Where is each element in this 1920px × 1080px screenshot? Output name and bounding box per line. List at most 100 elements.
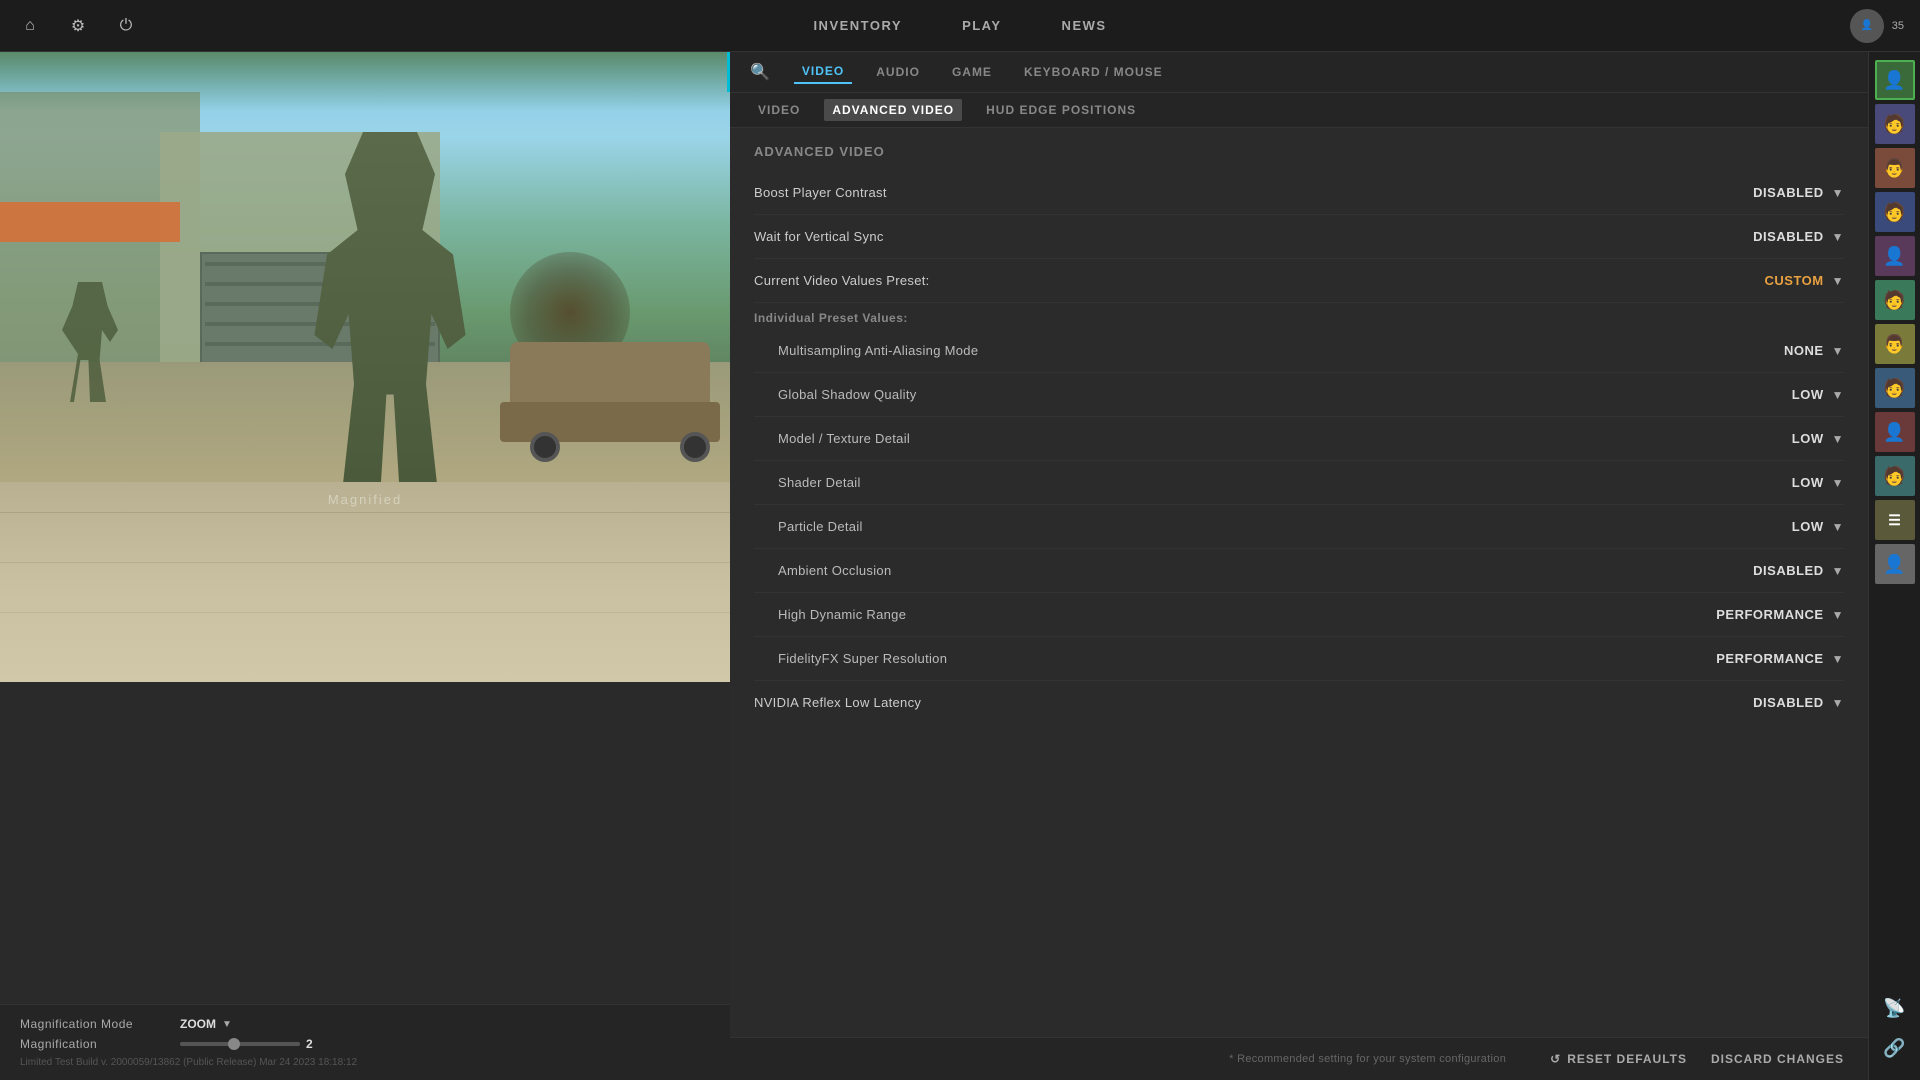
texture-label: Model / Texture Detail (754, 431, 910, 446)
particle-caret: ▼ (1832, 520, 1844, 534)
reset-icon: ↺ (1550, 1052, 1561, 1066)
search-icon[interactable]: 🔍 (750, 62, 770, 82)
top-bar: ⌂ ⚙ ⏻ INVENTORY PLAY NEWS 👤 35 (0, 0, 1920, 52)
ambient-occlusion-value[interactable]: DISABLED ▼ (1714, 563, 1844, 578)
shadow-caret: ▼ (1832, 388, 1844, 402)
sidebar-avatar-3[interactable]: 🧑 (1875, 192, 1915, 232)
particle-value[interactable]: LOW ▼ (1714, 519, 1844, 534)
magnification-slider-thumb[interactable] (228, 1038, 240, 1050)
settings-content: Advanced Video Boost Player Contrast DIS… (730, 128, 1868, 1037)
nav-play[interactable]: PLAY (962, 18, 1001, 33)
right-sidebar: 👤 🧑 👨 🧑 👤 🧑 👨 🧑 👤 🧑 ☰ (1868, 52, 1920, 1080)
hdr-value[interactable]: PERFORMANCE ▼ (1714, 607, 1844, 622)
shadow-value[interactable]: LOW ▼ (1714, 387, 1844, 402)
nvidia-reflex-label: NVIDIA Reflex Low Latency (754, 695, 921, 710)
setting-row-hdr: High Dynamic Range PERFORMANCE ▼ (754, 593, 1844, 637)
bottom-controls: Magnification Mode ZOOM ▼ Magnification … (0, 1004, 730, 1080)
settings-icon[interactable]: ⚙ (64, 12, 92, 40)
magnification-value: 2 (306, 1037, 313, 1051)
magnification-mode-label: Magnification Mode (20, 1017, 180, 1031)
magnification-mode-control[interactable]: ZOOM ▼ (180, 1017, 232, 1031)
ambient-occlusion-caret: ▼ (1832, 564, 1844, 578)
sidebar-avatar-11[interactable]: 👤 (1875, 544, 1915, 584)
texture-value[interactable]: LOW ▼ (1714, 431, 1844, 446)
boost-contrast-label: Boost Player Contrast (754, 185, 887, 200)
tab-keyboard-mouse[interactable]: KEYBOARD / MOUSE (1016, 61, 1171, 83)
setting-row-preset: Current Video Values Preset: CUSTOM ▼ (754, 259, 1844, 303)
sidebar-icons-bottom: 📡 🔗 (1879, 992, 1911, 1072)
magnified-label: Magnified (328, 492, 402, 507)
setting-row-nvidia-reflex: NVIDIA Reflex Low Latency DISABLED ▼ (754, 681, 1844, 724)
fsr-caret: ▼ (1832, 652, 1844, 666)
msaa-caret: ▼ (1832, 344, 1844, 358)
vsync-value[interactable]: DISABLED ▼ (1714, 229, 1844, 244)
nav-news[interactable]: NEWS (1062, 18, 1107, 33)
sidebar-avatar-6[interactable]: 👨 (1875, 324, 1915, 364)
nav-inventory[interactable]: INVENTORY (813, 18, 902, 33)
nvidia-reflex-caret: ▼ (1832, 696, 1844, 710)
version-text: Limited Test Build v. 2000059/13862 (Pub… (20, 1057, 710, 1068)
top-bar-right: 👤 35 (1850, 9, 1904, 43)
right-panel: 🔍 VIDEO AUDIO GAME KEYBOARD / MOUSE VIDE… (730, 52, 1868, 1080)
setting-row-vsync: Wait for Vertical Sync DISABLED ▼ (754, 215, 1844, 259)
setting-row-msaa: Multisampling Anti-Aliasing Mode NONE ▼ (754, 329, 1844, 373)
magnification-row: Magnification 2 (20, 1037, 710, 1051)
game-screenshot-bottom: Magnified (0, 482, 730, 682)
fsr-label: FidelityFX Super Resolution (754, 651, 947, 666)
sidebar-avatar-0[interactable]: 👤 (1875, 60, 1915, 100)
recommended-text: * Recommended setting for your system co… (754, 1053, 1506, 1065)
sidebar-avatar-7[interactable]: 🧑 (1875, 368, 1915, 408)
subsection-label: Individual Preset Values: (754, 303, 1844, 329)
fsr-value[interactable]: PERFORMANCE ▼ (1714, 651, 1844, 666)
left-panel: Magnified Magnification Mode ZOOM ▼ Magn… (0, 52, 730, 1080)
shader-value[interactable]: LOW ▼ (1714, 475, 1844, 490)
sidebar-avatar-2[interactable]: 👨 (1875, 148, 1915, 188)
setting-row-shader: Shader Detail LOW ▼ (754, 461, 1844, 505)
top-bar-left: ⌂ ⚙ ⏻ (16, 12, 140, 40)
magnification-label: Magnification (20, 1037, 180, 1051)
tab-video[interactable]: VIDEO (794, 60, 852, 84)
preset-label: Current Video Values Preset: (754, 273, 930, 288)
texture-caret: ▼ (1832, 432, 1844, 446)
sidebar-avatar-1[interactable]: 🧑 (1875, 104, 1915, 144)
preset-value[interactable]: CUSTOM ▼ (1714, 273, 1844, 288)
subtab-video[interactable]: VIDEO (750, 99, 808, 121)
setting-row-shadow: Global Shadow Quality LOW ▼ (754, 373, 1844, 417)
sidebar-avatar-9[interactable]: 🧑 (1875, 456, 1915, 496)
nvidia-reflex-value[interactable]: DISABLED ▼ (1714, 695, 1844, 710)
tab-audio[interactable]: AUDIO (868, 61, 928, 83)
subtab-hud-edge-positions[interactable]: HUD EDGE POSITIONS (978, 99, 1144, 121)
settings-tabs-row1: 🔍 VIDEO AUDIO GAME KEYBOARD / MOUSE (730, 52, 1868, 93)
user-level: 35 (1892, 20, 1904, 32)
signal-icon[interactable]: 📡 (1879, 992, 1911, 1024)
shader-caret: ▼ (1832, 476, 1844, 490)
boost-contrast-value[interactable]: DISABLED ▼ (1714, 185, 1844, 200)
discard-changes-button[interactable]: DISCARD CHANGES (1711, 1052, 1844, 1066)
power-icon[interactable]: ⏻ (112, 12, 140, 40)
magnification-slider[interactable] (180, 1042, 300, 1046)
shader-label: Shader Detail (754, 475, 861, 490)
sidebar-avatar-10[interactable]: ☰ (1875, 500, 1915, 540)
hdr-caret: ▼ (1832, 608, 1844, 622)
boost-contrast-caret: ▼ (1832, 186, 1844, 200)
reset-defaults-button[interactable]: ↺ RESET DEFAULTS (1550, 1052, 1687, 1066)
sidebar-avatar-5[interactable]: 🧑 (1875, 280, 1915, 320)
user-avatar[interactable]: 👤 (1850, 9, 1884, 43)
bottom-actions: * Recommended setting for your system co… (730, 1037, 1868, 1080)
magnification-mode-dropdown-icon: ▼ (222, 1019, 232, 1030)
tab-game[interactable]: GAME (944, 61, 1000, 83)
link-icon[interactable]: 🔗 (1879, 1032, 1911, 1064)
shadow-label: Global Shadow Quality (754, 387, 917, 402)
subtab-advanced-video[interactable]: ADVANCED VIDEO (824, 99, 962, 121)
settings-tabs-row2: VIDEO ADVANCED VIDEO HUD EDGE POSITIONS (730, 93, 1868, 128)
setting-row-boost-contrast: Boost Player Contrast DISABLED ▼ (754, 171, 1844, 215)
hdr-label: High Dynamic Range (754, 607, 906, 622)
msaa-value[interactable]: NONE ▼ (1714, 343, 1844, 358)
sidebar-avatar-8[interactable]: 👤 (1875, 412, 1915, 452)
vsync-caret: ▼ (1832, 230, 1844, 244)
home-icon[interactable]: ⌂ (16, 12, 44, 40)
vsync-label: Wait for Vertical Sync (754, 229, 884, 244)
setting-row-fsr: FidelityFX Super Resolution PERFORMANCE … (754, 637, 1844, 681)
sidebar-avatar-4[interactable]: 👤 (1875, 236, 1915, 276)
setting-row-ambient-occlusion: Ambient Occlusion DISABLED ▼ (754, 549, 1844, 593)
